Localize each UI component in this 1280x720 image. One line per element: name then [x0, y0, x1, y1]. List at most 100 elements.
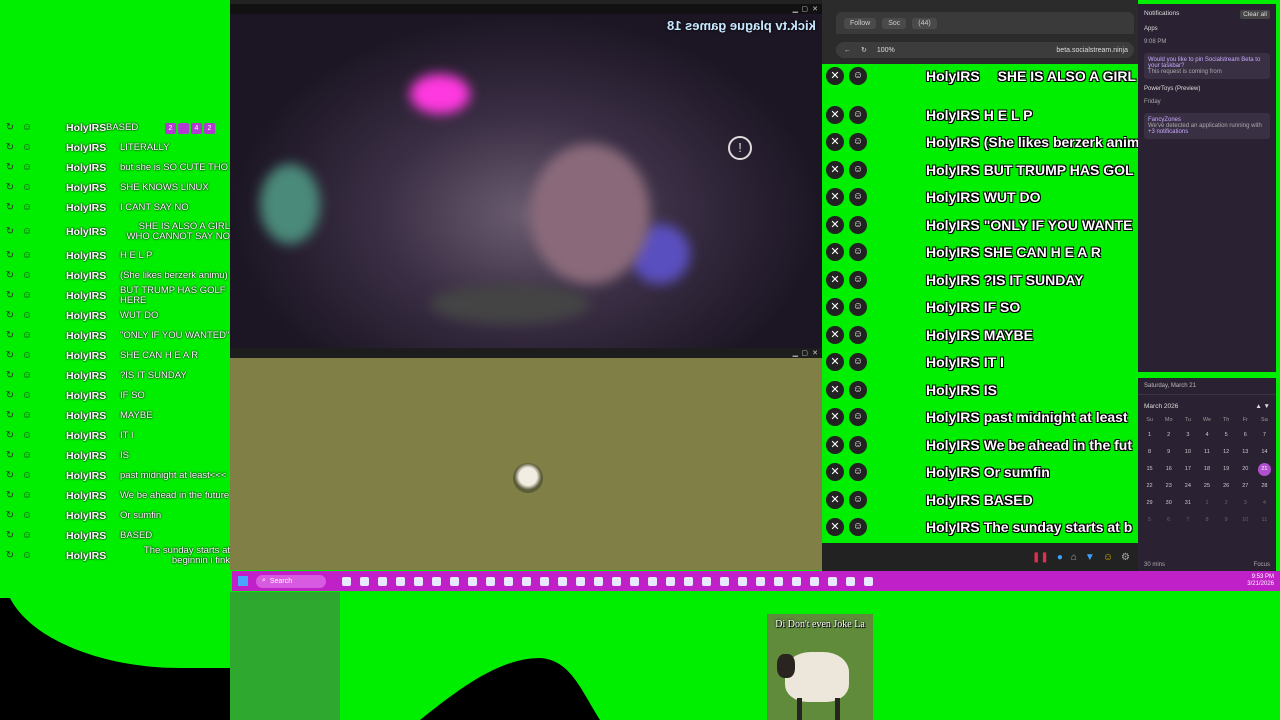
user-icon[interactable]: ☺ — [20, 390, 34, 402]
app-icon[interactable] — [414, 576, 423, 586]
user-icon[interactable]: ☺ — [849, 188, 867, 206]
user-icon[interactable]: ☺ — [20, 430, 34, 442]
calendar-day[interactable]: 24 — [1178, 478, 1197, 495]
mod-icon[interactable]: ↻ — [3, 510, 17, 522]
user-icon[interactable]: ☺ — [20, 122, 34, 134]
app-icon[interactable] — [630, 576, 639, 586]
mod-icon[interactable]: ↻ — [3, 142, 17, 154]
mod-icon[interactable]: ↻ — [3, 530, 17, 542]
mod-icon[interactable]: ↻ — [3, 330, 17, 342]
user-icon[interactable]: ☺ — [849, 298, 867, 316]
calendar-day[interactable]: 4 — [1197, 427, 1216, 444]
taskbar-search[interactable]: ⌕ Search — [256, 574, 326, 588]
delete-icon[interactable]: ✕ — [826, 133, 844, 151]
calendar-day[interactable]: 8 — [1197, 512, 1216, 529]
mod-icon[interactable]: ↻ — [3, 390, 17, 402]
calendar-day[interactable]: 17 — [1178, 461, 1197, 478]
user-icon[interactable]: ☺ — [20, 226, 34, 238]
mod-icon[interactable]: ↻ — [3, 270, 17, 282]
calendar-day[interactable]: 1 — [1197, 495, 1216, 512]
delete-icon[interactable]: ✕ — [826, 463, 844, 481]
mod-icon[interactable]: ↻ — [3, 290, 17, 302]
calendar-day[interactable]: 15 — [1140, 461, 1159, 478]
calendar-day[interactable]: 12 — [1217, 444, 1236, 461]
calendar-day[interactable]: 21 — [1257, 463, 1271, 476]
app-icon[interactable] — [720, 576, 729, 586]
tab-socialstream[interactable]: Soc — [882, 17, 907, 29]
delete-icon[interactable]: ✕ — [826, 380, 844, 399]
calendar-day[interactable]: 2 — [1217, 495, 1236, 512]
emoji-icon[interactable]: ☺ — [1103, 552, 1113, 563]
delete-icon[interactable]: ✕ — [826, 353, 844, 371]
calendar-day[interactable]: 20 — [1236, 461, 1255, 478]
pause-icon[interactable]: ❚❚ — [1032, 552, 1049, 563]
app-icon[interactable] — [396, 576, 405, 586]
calendar-day[interactable]: 23 — [1159, 478, 1178, 495]
calendar-day[interactable]: 13 — [1236, 444, 1255, 461]
user-icon[interactable]: ☺ — [20, 310, 34, 322]
user-icon[interactable]: ☺ — [20, 370, 34, 382]
calendar-day[interactable]: 29 — [1140, 495, 1159, 512]
app-icon[interactable] — [576, 576, 585, 586]
user-icon[interactable]: ☺ — [849, 133, 867, 151]
taskbar-clock[interactable]: 9:53 PM 3/21/2026 — [1247, 574, 1274, 588]
user-icon[interactable]: ☺ — [20, 550, 34, 562]
mod-icon[interactable]: ↻ — [3, 162, 17, 174]
calendar-day[interactable]: 30 — [1159, 495, 1178, 512]
calendar-day[interactable]: 14 — [1255, 444, 1274, 461]
start-icon[interactable] — [238, 576, 248, 586]
mod-icon[interactable]: ↻ — [3, 410, 17, 422]
more-notifications[interactable]: +3 notifications — [1148, 129, 1266, 135]
close-icon[interactable]: ✕ — [812, 5, 818, 13]
calendar-day[interactable]: 10 — [1178, 444, 1197, 461]
mod-icon[interactable]: ↻ — [3, 226, 17, 238]
chat-icon[interactable]: ● — [1057, 552, 1063, 563]
delete-icon[interactable]: ✕ — [826, 325, 844, 344]
reload-icon[interactable]: ↻ — [861, 46, 867, 54]
user-icon[interactable]: ☺ — [20, 350, 34, 362]
user-icon[interactable]: ☺ — [20, 450, 34, 462]
app-icon[interactable] — [612, 576, 621, 586]
calendar-day[interactable]: 11 — [1255, 512, 1274, 529]
app-icon[interactable] — [360, 576, 369, 586]
close-icon[interactable]: ✕ — [812, 349, 818, 357]
user-icon[interactable]: ☺ — [20, 270, 34, 282]
mod-icon[interactable]: ↻ — [3, 310, 17, 322]
delete-icon[interactable]: ✕ — [826, 215, 844, 234]
app-icon[interactable] — [792, 576, 801, 586]
calendar-day[interactable]: 3 — [1236, 495, 1255, 512]
app-icon[interactable] — [666, 576, 675, 586]
user-icon[interactable]: ☺ — [849, 490, 867, 509]
mod-icon[interactable]: ↻ — [3, 122, 17, 134]
clear-all-button[interactable]: Clear all — [1240, 10, 1270, 19]
app-icon[interactable] — [486, 576, 495, 586]
tab-youtube[interactable]: (44) — [912, 17, 937, 29]
calendar-day[interactable]: 7 — [1178, 512, 1197, 529]
mod-icon[interactable]: ↻ — [3, 370, 17, 382]
filter-icon[interactable]: ▼ — [1085, 552, 1095, 563]
delete-icon[interactable]: ✕ — [826, 298, 844, 316]
user-icon[interactable]: ☺ — [849, 353, 867, 371]
user-icon[interactable]: ☺ — [849, 66, 867, 85]
calendar-day[interactable]: 4 — [1255, 495, 1274, 512]
pin-request-notification[interactable]: Would you like to pin Socialstream Beta … — [1144, 53, 1270, 79]
user-icon[interactable]: ☺ — [20, 510, 34, 522]
settings-icon[interactable]: ⚙ — [1121, 552, 1130, 563]
mod-icon[interactable]: ↻ — [3, 490, 17, 502]
mod-icon[interactable]: ↻ — [3, 470, 17, 482]
app-icon[interactable] — [684, 576, 693, 586]
calendar-day[interactable]: 5 — [1140, 512, 1159, 529]
calendar-day[interactable]: 10 — [1236, 512, 1255, 529]
calendar-day[interactable]: 31 — [1178, 495, 1197, 512]
calendar-day[interactable]: 5 — [1217, 427, 1236, 444]
user-icon[interactable]: ☺ — [20, 142, 34, 154]
video-title-bar[interactable]: ▁ ▢ ✕ — [230, 4, 822, 14]
user-icon[interactable]: ☺ — [849, 463, 867, 481]
app-icon[interactable] — [774, 576, 783, 586]
calendar-day[interactable]: 9 — [1217, 512, 1236, 529]
app-icon[interactable] — [450, 576, 459, 586]
app-icon[interactable] — [378, 576, 387, 586]
calendar-day[interactable]: 9 — [1159, 444, 1178, 461]
delete-icon[interactable]: ✕ — [826, 490, 844, 509]
calendar-day[interactable]: 26 — [1217, 478, 1236, 495]
